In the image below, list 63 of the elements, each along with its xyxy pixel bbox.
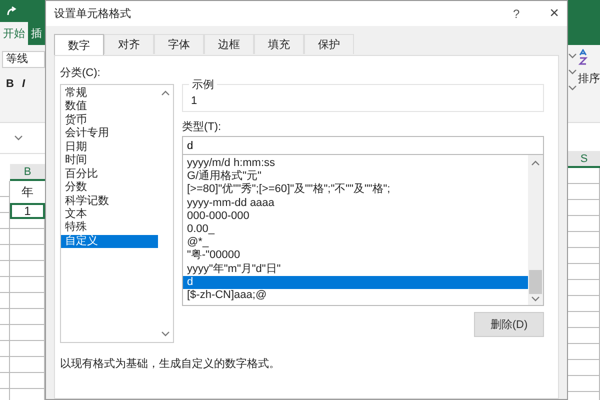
title-bar — [568, 0, 600, 45]
list-item[interactable]: 分数 — [61, 181, 158, 194]
list-item[interactable]: [>=80]"优""秀";[>=60]"及""格";"不""及""格"; — [183, 183, 528, 197]
list-item[interactable]: 特殊 — [61, 221, 158, 235]
tab[interactable]: 边框 — [204, 34, 254, 54]
dropdown-icon[interactable] — [14, 135, 23, 141]
scroll-up-icon[interactable] — [161, 90, 170, 96]
scroll-up-icon[interactable] — [531, 160, 540, 166]
caret-icon[interactable] — [568, 85, 577, 91]
column-header[interactable]: B — [10, 164, 45, 181]
category-list[interactable]: 常规 数值 货币 会计专用 日期 时间 百分比 分数 科学记数 文本 特殊 自定义 — [60, 84, 174, 343]
format-button[interactable]: I — [22, 78, 26, 90]
tab[interactable]: 对齐 — [104, 34, 154, 54]
list-item[interactable]: 百分比 — [61, 168, 158, 182]
list-item[interactable]: 000-000-000 — [183, 210, 528, 223]
delete-button[interactable]: 删除(D) — [474, 312, 544, 337]
list-item[interactable]: 0.00_ — [183, 222, 528, 236]
window-title: 设置单元格格式 — [54, 7, 132, 21]
description-text: 以现有格式为基础，生成自定义的数字格式。 — [60, 356, 281, 371]
list-item[interactable]: yyyy"年"m"月"d"日" — [183, 262, 528, 276]
list-item[interactable]: 日期 — [61, 140, 158, 154]
type-label: 类型(T): — [182, 120, 222, 134]
tab[interactable]: 填充 — [254, 34, 304, 54]
list-item[interactable]: G/通用格式"元" — [183, 170, 528, 184]
list-item[interactable]: 常规 — [61, 87, 158, 100]
scroll-thumb[interactable] — [529, 270, 542, 294]
caret-icon[interactable] — [568, 53, 577, 59]
format-button[interactable]: B — [6, 78, 14, 90]
format-list[interactable]: yyyy/m/d h:mm:ss G/通用格式"元" [>=80]"优""秀";[>=60]"及""格";"不""及""格"; yyyy-mm-dd aaaa 000-000-000 0.00_ @*_ "粤-"00000 yyyy"年"m"月"d"日" d [$-zh-CN]aaa;@ — [182, 155, 544, 306]
ribbon-tab[interactable]: 开始 — [0, 22, 28, 45]
help-button[interactable]: ? — [512, 6, 520, 20]
tab[interactable]: 保护 — [304, 34, 354, 54]
list-item[interactable]: 自定义 — [61, 234, 158, 248]
table-cell[interactable]: 1 — [10, 203, 45, 219]
ribbon-tab[interactable]: 插 — [28, 26, 45, 45]
table-cell[interactable]: 年 — [10, 181, 45, 203]
font-field[interactable]: 等线 — [2, 51, 45, 68]
sample-legend: 示例 — [189, 77, 217, 92]
category-label: 分类(C): — [60, 66, 102, 80]
redo-icon[interactable] — [6, 6, 18, 16]
list-item[interactable]: @*_ — [183, 236, 528, 250]
list-item[interactable]: 时间 — [61, 154, 158, 168]
list-item[interactable]: 数值 — [61, 100, 158, 114]
sort-label[interactable]: 排序 — [578, 71, 600, 86]
tab[interactable]: 数字 — [54, 34, 104, 55]
caret-icon[interactable] — [568, 69, 577, 75]
close-button[interactable]: × — [550, 4, 559, 22]
list-item[interactable]: [$-zh-CN]aaa;@ — [183, 288, 528, 302]
list-item[interactable]: 货币 — [61, 114, 158, 128]
sort-icon[interactable] — [578, 49, 590, 65]
list-item[interactable]: 科学记数 — [61, 194, 158, 208]
list-item[interactable]: yyyy/m/d h:mm:ss — [183, 157, 528, 170]
tab[interactable]: 字体 — [154, 34, 204, 54]
list-item[interactable]: 文本 — [61, 208, 158, 222]
list-item[interactable]: 会计专用 — [61, 127, 158, 141]
list-item[interactable]: d — [183, 276, 528, 289]
scroll-down-icon[interactable] — [161, 331, 170, 337]
list-item[interactable]: "粤-"00000 — [183, 249, 528, 262]
sample-value: 1 — [191, 95, 198, 107]
list-item[interactable]: yyyy-mm-dd aaaa — [183, 196, 528, 210]
type-field[interactable]: d — [182, 136, 544, 155]
column-header[interactable]: S — [568, 151, 600, 168]
scroll-down-icon[interactable] — [531, 296, 540, 302]
